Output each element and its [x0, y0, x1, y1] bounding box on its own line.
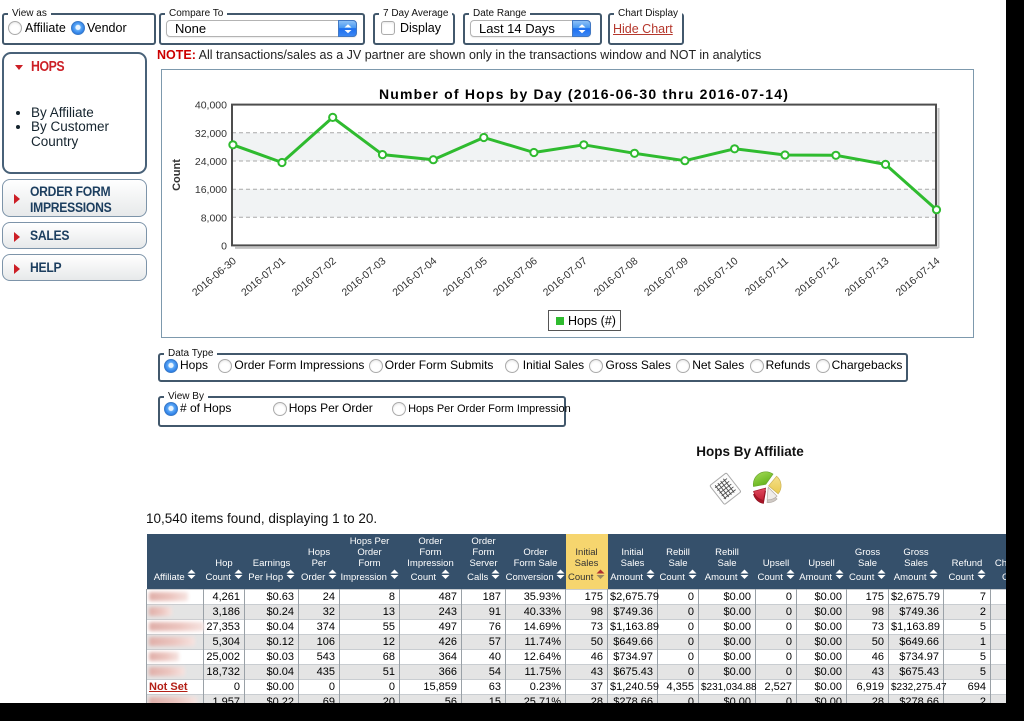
svg-text:2016-07-08: 2016-07-08 — [592, 255, 641, 299]
svg-text:0: 0 — [221, 240, 227, 252]
svg-text:8,000: 8,000 — [201, 212, 227, 224]
svg-text:2016-07-06: 2016-07-06 — [491, 255, 540, 299]
svg-text:2016-07-12: 2016-07-12 — [793, 255, 842, 299]
svg-text:16,000: 16,000 — [195, 184, 227, 196]
svg-text:2016-07-14: 2016-07-14 — [894, 255, 943, 299]
svg-text:24,000: 24,000 — [195, 156, 227, 168]
svg-text:Number of Hops by Day (2016-06: Number of Hops by Day (2016-06-30 thru 2… — [379, 86, 789, 102]
svg-text:2016-07-10: 2016-07-10 — [692, 255, 741, 299]
svg-text:2016-07-04: 2016-07-04 — [390, 255, 439, 299]
svg-text:Count: Count — [171, 159, 183, 191]
svg-text:2016-07-02: 2016-07-02 — [290, 255, 339, 299]
svg-text:2016-06-30: 2016-06-30 — [190, 255, 239, 299]
svg-text:2016-07-07: 2016-07-07 — [541, 255, 590, 299]
svg-text:2016-07-09: 2016-07-09 — [642, 255, 691, 299]
svg-text:2016-07-11: 2016-07-11 — [743, 255, 791, 298]
svg-text:2016-07-03: 2016-07-03 — [340, 255, 389, 299]
svg-text:2016-07-05: 2016-07-05 — [441, 255, 490, 299]
svg-text:40,000: 40,000 — [195, 100, 227, 112]
svg-text:32,000: 32,000 — [195, 128, 227, 140]
svg-text:2016-07-13: 2016-07-13 — [843, 255, 892, 299]
svg-text:2016-07-01: 2016-07-01 — [239, 255, 288, 299]
